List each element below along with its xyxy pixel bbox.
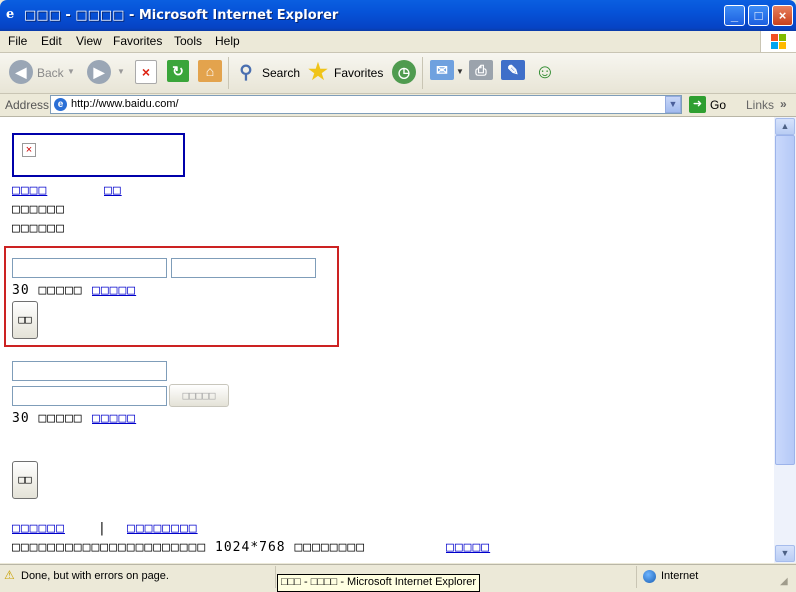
form2-note-link[interactable]: □□□□□ [92,411,136,426]
form2-side-button[interactable]: □□□□□ [169,384,229,407]
footer-separator: | [98,521,107,536]
print-icon[interactable]: ⎙ [469,60,493,80]
internet-zone-globe-icon [643,570,656,583]
go-arrow-icon[interactable]: ➜ [689,96,706,113]
back-arrow-icon[interactable]: ◀ [9,60,33,84]
windows-logo-icon [760,31,796,52]
window-title: □□□ - □□□□ - Microsoft Internet Explorer [24,8,339,23]
security-zone-label: Internet [661,570,699,582]
status-text: Done, but with errors on page. [21,570,169,582]
menu-file[interactable]: File [8,34,27,48]
footer-link-2[interactable]: □□□□□□□□ [127,521,198,536]
page-favicon-icon: e [54,98,67,111]
favorites-button-label[interactable]: Favorites [334,66,383,80]
nav-link-1[interactable]: □□□□ [12,183,47,198]
footer-text: □□□□□□□□□□□□□□□□□□□□□□ 1024*768 □□□□□□□□ [12,540,366,555]
footer-link-1[interactable]: □□□□□□ [12,521,65,536]
links-label[interactable]: Links [746,98,774,112]
favorites-star-icon[interactable]: ★ [306,60,330,84]
search-button-label[interactable]: Search [262,66,300,80]
maximize-button[interactable]: □ [748,5,769,26]
form2-submit-button[interactable]: □□ [12,461,38,499]
logo-image-frame: × [12,133,185,177]
form1-note: 30 □□□□□ [12,283,83,298]
footer-link-3[interactable]: □□□□□ [446,540,490,555]
close-button[interactable]: × [772,5,793,26]
form2-input-2[interactable] [12,386,167,406]
address-dropdown-icon[interactable]: ▼ [665,96,681,113]
forward-arrow-icon[interactable]: ▶ [87,60,111,84]
home-icon[interactable]: ⌂ [198,60,222,82]
form2-input-1[interactable] [12,361,167,381]
nav-link-2[interactable]: □□ [104,183,122,198]
mail-icon[interactable]: ✉ [430,60,454,80]
stop-icon[interactable]: × [135,60,157,84]
messenger-icon[interactable]: ☺ [533,60,557,84]
ie-icon: e [6,7,15,22]
form1-input-1[interactable] [12,258,167,278]
form1-submit-button[interactable]: □□ [12,301,38,339]
links-chevron-icon[interactable]: » [780,97,787,111]
back-dropdown-icon[interactable]: ▼ [67,67,75,76]
address-url[interactable]: http://www.baidu.com/ [71,98,179,110]
toolbar-separator [422,57,423,89]
scroll-up-icon[interactable]: ▲ [775,118,795,135]
go-button[interactable]: Go [710,98,726,112]
warning-icon[interactable]: ⚠ [4,569,17,581]
taskbar-tooltip: □□□ - □□□□ - Microsoft Internet Explorer [277,574,481,592]
form1-input-2[interactable] [171,258,316,278]
minimize-button[interactable]: _ [724,5,745,26]
back-button-label[interactable]: Back [37,66,64,80]
resize-grip-icon[interactable]: ◢ [780,576,788,587]
address-label: Address [5,98,50,112]
status-separator [636,566,637,588]
edit-icon[interactable]: ✎ [501,60,525,80]
menu-favorites[interactable]: Favorites [113,34,162,48]
text-line-2: □□□□□□ [12,221,65,236]
forward-dropdown-icon[interactable]: ▼ [117,67,125,76]
menu-tools[interactable]: Tools [174,34,202,48]
menu-edit[interactable]: Edit [41,34,62,48]
form1-note-link[interactable]: □□□□□ [92,283,136,298]
scroll-thumb[interactable] [775,135,795,465]
refresh-icon[interactable]: ↻ [167,60,189,82]
text-line-1: □□□□□□ [12,202,65,217]
mail-dropdown-icon[interactable]: ▼ [456,67,464,76]
page-content: × □□□□ □□ □□□□□□ □□□□□□ 30 □□□□□ □□□□□ □… [0,117,774,563]
form2-note: 30 □□□□□ [12,411,83,426]
history-icon[interactable]: ◷ [392,60,416,84]
search-icon[interactable]: ⚲ [234,60,258,84]
status-separator [275,566,276,588]
broken-image-icon: × [22,143,36,157]
menu-view[interactable]: View [76,34,102,48]
toolbar-separator [228,57,229,89]
menu-help[interactable]: Help [215,34,240,48]
scroll-down-icon[interactable]: ▼ [775,545,795,562]
